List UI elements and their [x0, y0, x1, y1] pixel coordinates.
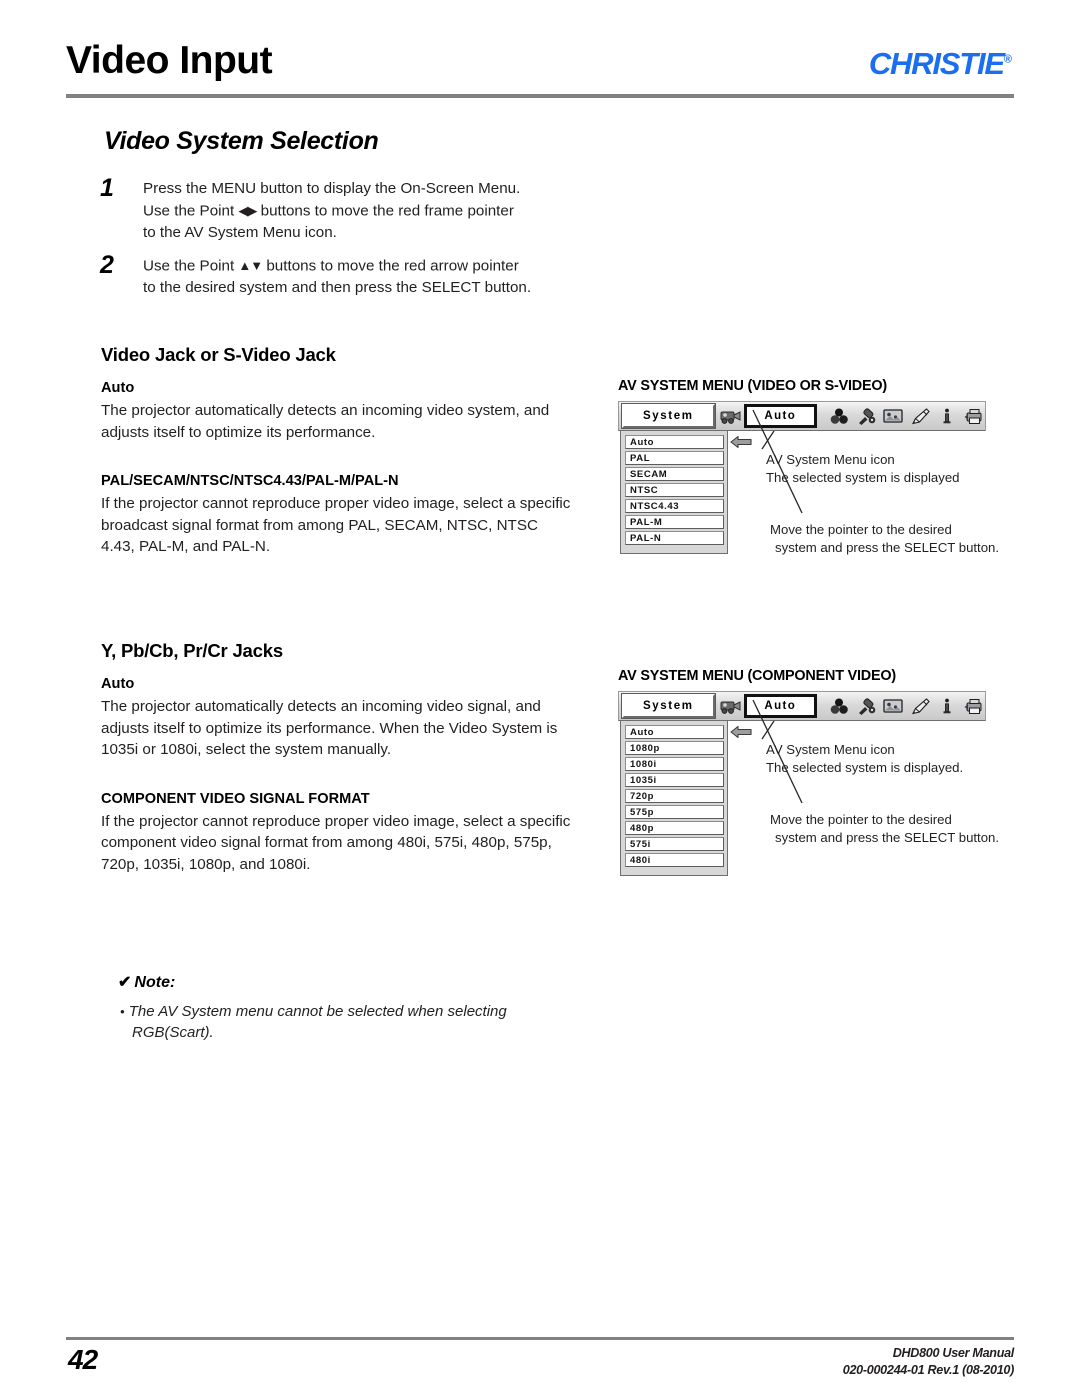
- callout-move-pointer-line-2: system and press the SELECT button.: [775, 540, 1000, 555]
- callout-move-pointer-line-2: system and press the SELECT button.: [775, 830, 1000, 845]
- callout-menu-icon-line-1: AV System Menu icon: [766, 452, 895, 467]
- up-down-arrow-icon: ▲▼: [238, 258, 263, 273]
- step-2-line-1-pre: Use the Point: [143, 257, 239, 275]
- christie-logo: CHRISTIE®: [869, 46, 1012, 82]
- step-1-line-2-pre: Use the Point: [143, 202, 239, 219]
- video-jack-format-text: If the projector cannot reproduce proper…: [101, 495, 571, 555]
- left-right-arrow-icon: ◀▶: [238, 202, 257, 218]
- page-number: 42: [68, 1344, 98, 1375]
- brand-name: CHRISTIE: [868, 46, 1005, 81]
- bullet-icon: •: [120, 1004, 125, 1019]
- component-jack-section: Y, Pb/Cb, Pr/Cr Jacks Auto The projector…: [101, 640, 571, 875]
- callout-move-pointer: Move the pointer to the desired system a…: [770, 521, 1010, 557]
- video-jack-format-term: PAL/SECAM/NTSC/NTSC4.43/PAL-M/PAL-N: [101, 473, 399, 489]
- component-jack-format-text: If the projector cannot reproduce proper…: [101, 812, 571, 873]
- component-jack-format-term: COMPONENT VIDEO SIGNAL FORMAT: [101, 790, 370, 807]
- header-divider: [66, 94, 1014, 98]
- footer-meta: DHD800 User Manual 020-000244-01 Rev.1 (…: [842, 1345, 1015, 1379]
- callout-menu-icon: AV System Menu icon The selected system …: [766, 741, 996, 777]
- note-item-text: The AV System menu cannot be selected wh…: [128, 1003, 507, 1041]
- step-2-number: 2: [100, 251, 114, 279]
- callout-menu-icon-line-2: The selected system is displayed: [766, 470, 960, 485]
- video-jack-heading: Video Jack or S-Video Jack: [101, 344, 336, 365]
- figure-component-caption: AV SYSTEM MENU (COMPONENT VIDEO): [618, 668, 896, 684]
- manual-page: Video Input CHRISTIE® Video System Selec…: [0, 0, 1080, 1397]
- callout-move-pointer-line-1: Move the pointer to the desired: [770, 522, 952, 537]
- list-item[interactable]: 480i: [625, 853, 724, 867]
- step-1-line-2-post: buttons to move the red frame pointer: [256, 202, 514, 219]
- step-1-line-1: Press the MENU button to display the On-…: [143, 180, 521, 197]
- note-heading-label: Note:: [134, 974, 176, 991]
- step-2-text: Use the Point ▲▼ buttons to move the red…: [143, 255, 570, 299]
- osd-component: System Auto Auto 1080p 1080i 1035i 720p …: [618, 691, 999, 876]
- component-jack-heading: Y, Pb/Cb, Pr/Cr Jacks: [101, 640, 283, 661]
- section-title: Video System Selection: [104, 127, 379, 155]
- footer-divider: [66, 1337, 1014, 1340]
- video-jack-auto-term: Auto: [101, 380, 135, 396]
- component-jack-auto-term: Auto: [101, 676, 135, 692]
- note-heading: ✔ Note:: [118, 972, 548, 992]
- component-jack-auto-text: The projector automatically detects an i…: [101, 698, 558, 758]
- step-2-line-2: to the desired system and then press the…: [143, 279, 532, 296]
- callout-menu-icon-line-2: The selected system is displayed.: [766, 760, 964, 775]
- osd-body: Auto 1080p 1080i 1035i 720p 575p 480p 57…: [618, 699, 999, 876]
- callout-menu-icon-line-1: AV System Menu icon: [766, 742, 895, 757]
- step-1-line-3: to the AV System Menu icon.: [143, 223, 337, 241]
- step-2: 2 Use the Point ▲▼ buttons to move the r…: [100, 251, 570, 299]
- step-1-number: 1: [100, 174, 114, 202]
- figure-video-caption: AV SYSTEM MENU (VIDEO OR S-VIDEO): [618, 378, 887, 394]
- page-header: Video Input CHRISTIE®: [66, 38, 1014, 100]
- figure-av-system-menu-video: AV SYSTEM MENU (VIDEO OR S-VIDEO) System…: [618, 378, 1014, 555]
- video-jack-auto-text: The projector automatically detects an i…: [101, 402, 550, 441]
- step-1-text: Press the MENU button to display the On-…: [143, 178, 570, 243]
- step-2-line-1-post: buttons to move the red arrow pointer: [262, 257, 519, 275]
- callout-menu-icon: AV System Menu icon The selected system …: [766, 451, 996, 487]
- note-block: ✔ Note: • The AV System menu cannot be se…: [118, 972, 548, 1043]
- osd-body: Auto PAL SECAM NTSC NTSC4.43 PAL-M PAL-N: [618, 409, 999, 555]
- callout-move-pointer: Move the pointer to the desired system a…: [770, 811, 1010, 847]
- steps-list: 1 Press the MENU button to display the O…: [100, 174, 570, 311]
- callout-move-pointer-line-1: Move the pointer to the desired: [770, 812, 952, 827]
- manual-name: DHD800 User Manual: [892, 1346, 1015, 1360]
- registered-trademark-icon: ®: [1003, 53, 1012, 66]
- osd-video: System Auto Auto PAL SECAM NTSC NTSC4.43…: [618, 401, 999, 555]
- document-id: 020-000244-01 Rev.1 (08-2010): [842, 1363, 1015, 1377]
- figure-av-system-menu-component: AV SYSTEM MENU (COMPONENT VIDEO) System …: [618, 668, 1014, 876]
- page-title: Video Input: [66, 39, 273, 82]
- video-jack-section: Video Jack or S-Video Jack Auto The proj…: [101, 344, 571, 558]
- note-item: • The AV System menu cannot be selected …: [118, 1001, 548, 1043]
- step-1: 1 Press the MENU button to display the O…: [100, 174, 570, 243]
- check-icon: ✔: [118, 974, 132, 991]
